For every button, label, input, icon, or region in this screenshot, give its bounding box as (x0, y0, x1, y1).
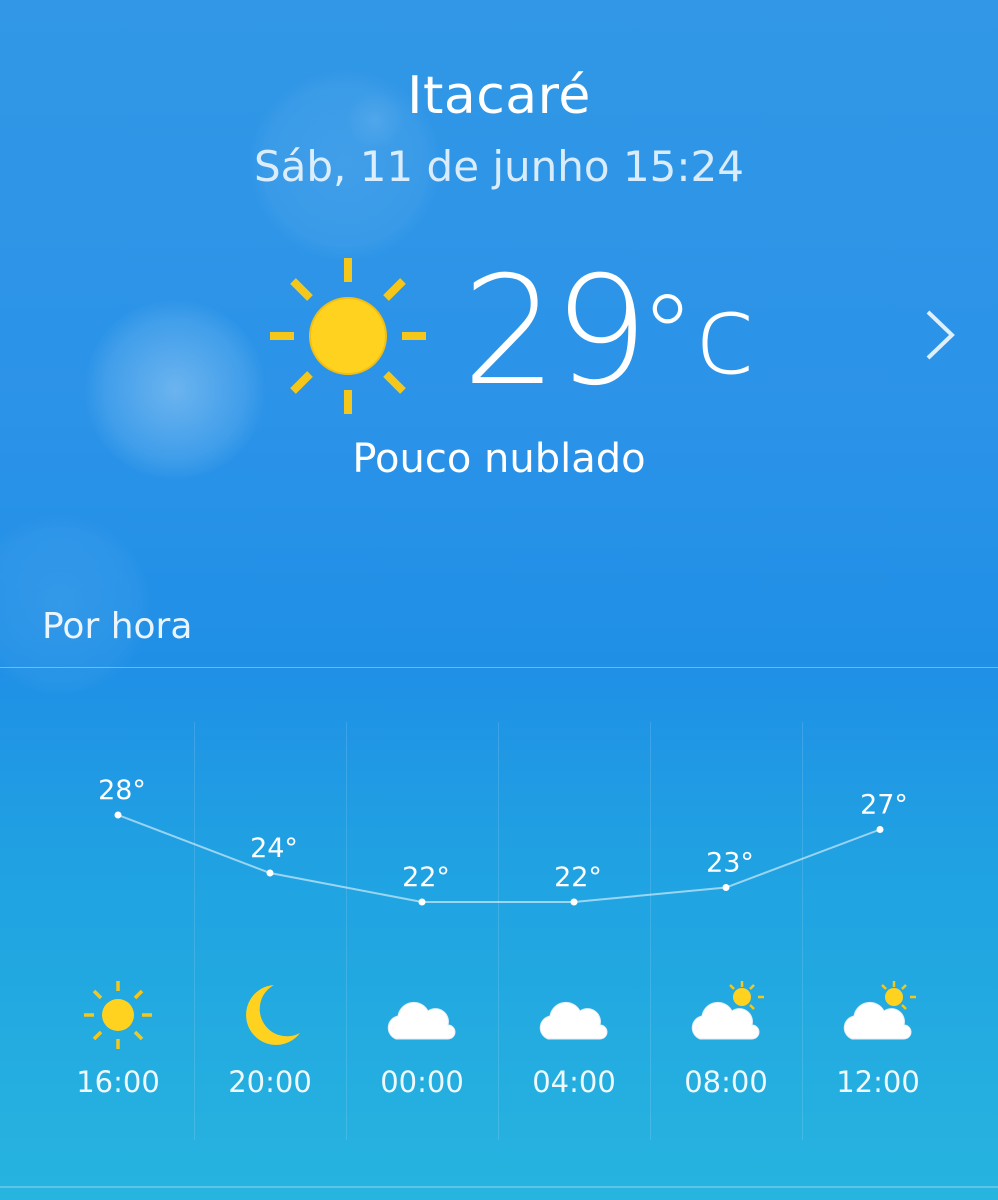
hour-time: 16:00 (76, 1065, 160, 1099)
hourly-section-title: Por hora (42, 606, 193, 647)
temperature-unit: °c (640, 271, 756, 399)
date-time: Sáb, 11 de junho 15:24 (253, 142, 744, 191)
hour-time: 00:00 (380, 1065, 464, 1099)
current-temperature: 29 (462, 245, 649, 419)
hour-item[interactable]: 20:00 (194, 975, 346, 1099)
temperature-label: 23° (706, 848, 754, 879)
temperature-line (117, 814, 881, 903)
temperature-point (418, 898, 426, 906)
temperature-point (266, 869, 274, 877)
divider (0, 667, 998, 668)
sun-icon (270, 258, 426, 414)
background-glow (0, 515, 150, 695)
temperature-label: 22° (402, 862, 450, 893)
partly-cloudy-day-icon (691, 981, 764, 1040)
temperature-point (570, 898, 578, 906)
hour-item[interactable]: 12:00 (802, 975, 954, 1099)
temperature-label: 24° (250, 833, 298, 864)
temperature-label: 22° (554, 862, 602, 893)
partly-cloudy-night-icon (387, 981, 456, 1040)
temperature-point (722, 884, 730, 891)
hour-item[interactable]: 04:00 (498, 975, 650, 1099)
chevron-right-icon[interactable] (918, 308, 962, 362)
hour-time: 12:00 (836, 1065, 920, 1099)
hourly-temperature-chart: 28° 24° 22° 22° 23° 27° (98, 775, 908, 906)
hour-item[interactable]: 16:00 (42, 975, 194, 1099)
weather-condition: Pouco nublado (352, 436, 646, 482)
temperature-point (876, 826, 884, 833)
temperature-label: 27° (860, 790, 908, 821)
hour-time: 08:00 (684, 1065, 768, 1099)
temperature-label: 28° (98, 775, 146, 806)
sun-icon (84, 981, 152, 1049)
divider (0, 1186, 998, 1188)
hour-item[interactable]: 08:00 (650, 975, 802, 1099)
partly-cloudy-day-icon (843, 981, 916, 1040)
temperature-point (114, 811, 122, 819)
hour-time: 04:00 (532, 1065, 616, 1099)
moon-icon (246, 985, 300, 1045)
hour-item[interactable]: 00:00 (346, 975, 498, 1099)
hour-time: 20:00 (228, 1065, 312, 1099)
partly-cloudy-night-icon (539, 981, 608, 1040)
city-name: Itacaré (407, 66, 591, 126)
